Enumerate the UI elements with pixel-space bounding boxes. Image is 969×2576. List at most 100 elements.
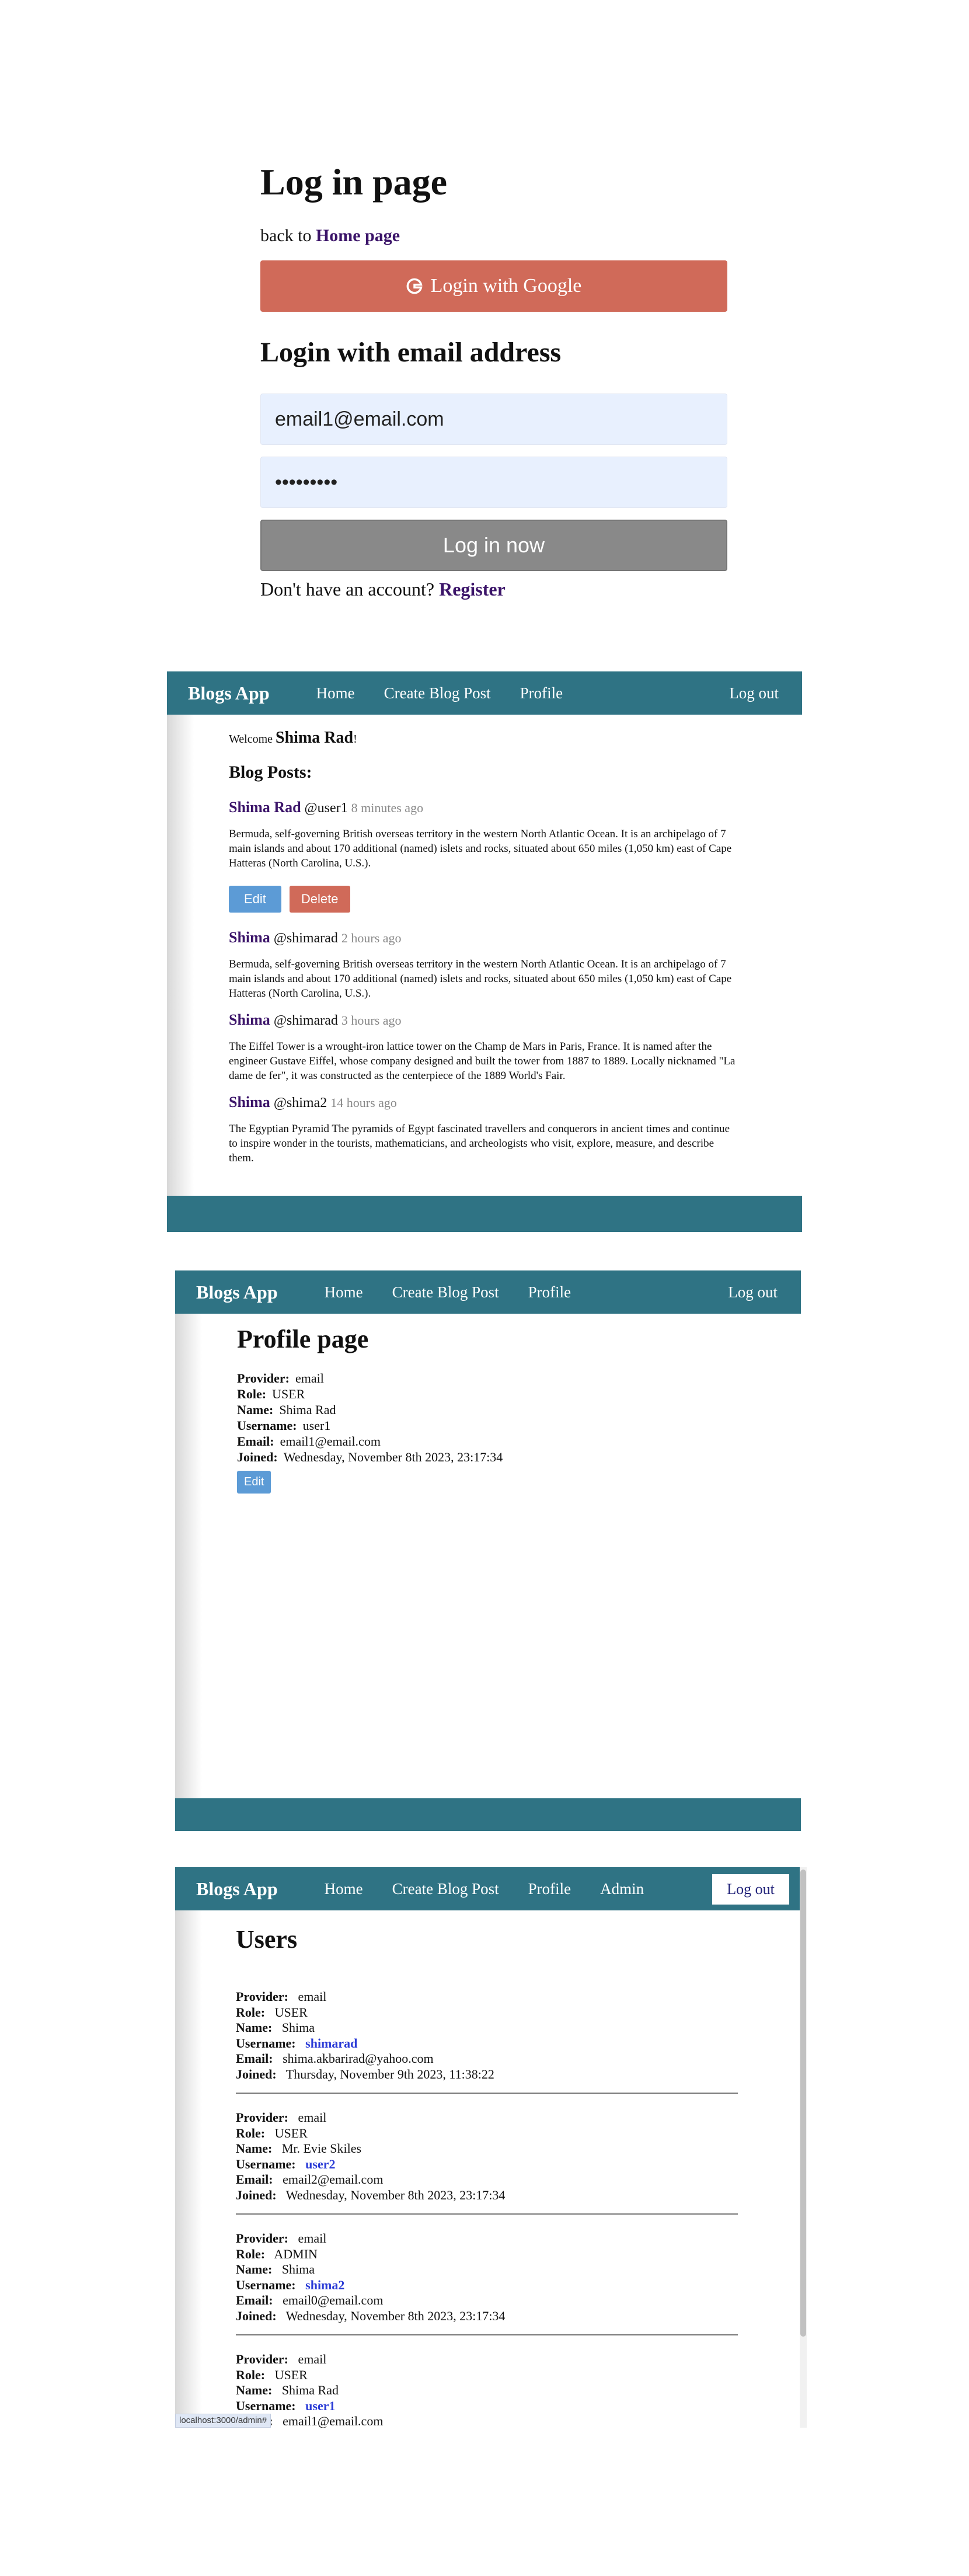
nav-profile[interactable]: Profile	[528, 1880, 571, 1898]
users-content: Users Provider: email Role: USER Name: S…	[236, 1924, 738, 2428]
role-value: USER	[274, 2367, 308, 2382]
scrollbar[interactable]	[800, 1867, 807, 2428]
joined-value: Thursday, November 9th 2023, 11:38:22	[285, 2066, 494, 2081]
user-card: Provider: email Role: ADMIN Name: Shima …	[236, 2231, 738, 2324]
profile-username: Username: user1	[237, 1418, 704, 1433]
post-body: The Egyptian Pyramid The pyramids of Egy…	[229, 1123, 730, 1164]
post-handle: @shima2	[273, 1095, 327, 1111]
post-author[interactable]: Shima	[229, 929, 270, 946]
footer	[167, 1196, 802, 1232]
provider-value: email	[298, 2352, 327, 2366]
role-value: USER	[274, 2125, 308, 2140]
brand-link[interactable]: Blogs App	[196, 1282, 278, 1303]
brand-link[interactable]: Blogs App	[196, 1878, 278, 1900]
role-label: Role:	[236, 2246, 266, 2261]
user-role: Role: USER	[236, 2005, 738, 2021]
username-label: Username:	[236, 2277, 296, 2292]
nav-logout[interactable]: Log out	[728, 1270, 778, 1314]
provider-value: email	[298, 2231, 327, 2246]
edit-profile-button[interactable]: Edit	[237, 1471, 271, 1494]
username-label: Username:	[236, 2035, 296, 2051]
back-link-row: back to Home page	[260, 224, 727, 248]
nav-admin[interactable]: Admin	[600, 1880, 644, 1898]
home-page-link[interactable]: Home page	[316, 226, 400, 245]
welcome-suffix: !	[353, 733, 357, 746]
user-email: Email: email0@email.com	[236, 2293, 738, 2309]
post-author[interactable]: Shima Rad	[229, 799, 301, 816]
password-field[interactable]: •••••••••	[260, 457, 727, 508]
nav-profile[interactable]: Profile	[520, 684, 563, 702]
post-author[interactable]: Shima	[229, 1094, 270, 1111]
welcome-prefix: Welcome	[229, 733, 276, 746]
post-author[interactable]: Shima	[229, 1011, 270, 1028]
user-name: Name: Mr. Evie Skiles	[236, 2141, 738, 2157]
user-joined: Joined: Wednesday, November 8th 2023, 23…	[236, 2309, 738, 2324]
email-value: email0@email.com	[283, 2293, 384, 2307]
post-body: Bermuda, self-governing British overseas…	[229, 958, 732, 1000]
email-value: email1@email.com	[283, 2414, 384, 2428]
scrollbar-thumb[interactable]	[800, 1870, 806, 2337]
user-divider	[236, 2093, 738, 2094]
username-link[interactable]: user1	[305, 2399, 335, 2413]
email-value: email1@email.com	[280, 1434, 381, 1449]
profile-title: Profile page	[237, 1325, 369, 1353]
name-label: Name:	[236, 2383, 273, 2397]
email-label: Email:	[236, 2051, 273, 2066]
user-provider: Provider: email	[236, 2110, 738, 2126]
edit-post-button[interactable]: Edit	[229, 886, 281, 913]
logout-button[interactable]: Log out	[712, 1874, 789, 1905]
user-joined: Joined: Thursday, November 9th 2023, 11:…	[236, 2067, 738, 2083]
post-body: The Eiffel Tower is a wrought-iron latti…	[229, 1040, 736, 1082]
username-link[interactable]: user2	[305, 2157, 335, 2171]
email-value: shima.akbarirad@yahoo.com	[283, 2051, 434, 2066]
nav-profile[interactable]: Profile	[528, 1283, 571, 1301]
email-label: Email:	[236, 2172, 273, 2187]
register-link[interactable]: Register	[439, 579, 506, 600]
provider-value: email	[298, 2110, 327, 2125]
name-label: Name:	[236, 2020, 273, 2035]
nav-create-blog-post[interactable]: Create Blog Post	[392, 1880, 499, 1898]
nav-logout[interactable]: Log out	[729, 671, 779, 715]
brand-link[interactable]: Blogs App	[188, 683, 270, 704]
post-header: Shima @shimarad 3 hours ago	[229, 1011, 737, 1029]
nav-home[interactable]: Home	[325, 1283, 363, 1301]
welcome-message: Welcome Shima Rad!	[229, 729, 737, 747]
profile-details: Provider: email Role: USER Name: Shima Rad …	[237, 1370, 704, 1465]
name-value: Shima Rad	[281, 2383, 339, 2397]
user-name: Name: Shima Rad	[236, 2383, 738, 2399]
nav-create-blog-post[interactable]: Create Blog Post	[392, 1283, 499, 1301]
username-link[interactable]: shimarad	[305, 2036, 357, 2051]
username-link[interactable]: shima2	[305, 2278, 344, 2292]
status-bar-url: localhost:3000/admin#	[175, 2414, 271, 2428]
role-label: Role:	[236, 2004, 266, 2020]
provider-label: Provider:	[236, 2110, 289, 2125]
provider-label: Provider:	[237, 1371, 290, 1386]
joined-value: Wednesday, November 8th 2023, 23:17:34	[285, 2187, 506, 2202]
user-provider: Provider: email	[236, 1989, 738, 2005]
email-value: email1@email.com	[275, 408, 444, 430]
profile-content: Profile page Provider: email Role: USER Na…	[237, 1324, 704, 1494]
nav-create-blog-post[interactable]: Create Blog Post	[384, 684, 491, 702]
google-login-button[interactable]: Login with Google	[260, 260, 727, 312]
user-card: Provider: email Role: USER Name: Shima U…	[236, 1989, 738, 2082]
profile-provider: Provider: email	[237, 1370, 704, 1386]
nav-home[interactable]: Home	[325, 1880, 363, 1898]
delete-post-button[interactable]: Delete	[289, 886, 350, 913]
email-field[interactable]: email1@email.com	[260, 394, 727, 445]
log-in-button[interactable]: Log in now	[260, 520, 727, 571]
user-name: Name: Shima	[236, 2262, 738, 2278]
provider-label: Provider:	[236, 1989, 289, 2004]
user-username: Username: user2	[236, 2157, 738, 2173]
name-value: Mr. Evie Skiles	[281, 2141, 362, 2156]
email-label: Email:	[237, 1434, 274, 1449]
navbar: Blogs App Home Create Blog Post Profile …	[175, 1867, 800, 1910]
user-divider	[236, 2213, 738, 2215]
blog-post: Shima Rad @user1 8 minutes ago Bermuda, …	[229, 799, 737, 913]
post-time: 8 minutes ago	[351, 800, 424, 815]
provider-value: email	[298, 1989, 327, 2004]
user-divider	[236, 2334, 738, 2335]
user-card: Provider: email Role: USER Name: Mr. Evi…	[236, 2110, 738, 2203]
nav-home[interactable]: Home	[316, 684, 355, 702]
blog-content: Welcome Shima Rad! Blog Posts: Shima Rad…	[229, 729, 737, 1165]
role-label: Role:	[236, 2367, 266, 2382]
